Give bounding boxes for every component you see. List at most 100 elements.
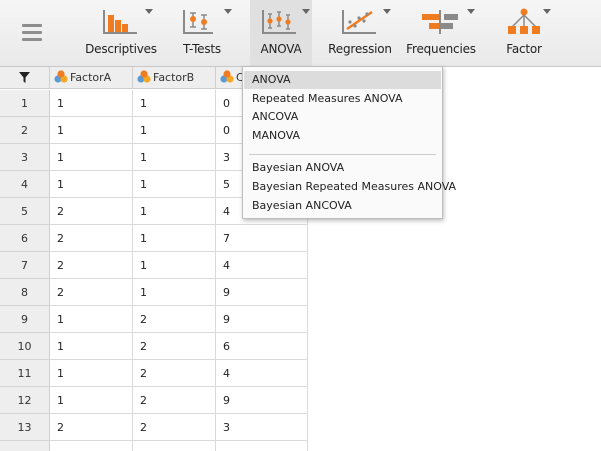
t-test-icon	[183, 10, 213, 34]
table-row: 10 1 2 6	[0, 333, 308, 360]
row-number[interactable]: 11	[0, 360, 50, 387]
cell-factora[interactable]: 1	[50, 117, 133, 144]
anova-label: ANOVA	[260, 42, 302, 56]
cell-factorb[interactable]: 1	[133, 90, 216, 117]
filter-toggle[interactable]	[0, 67, 50, 89]
menu-separator	[249, 154, 436, 155]
cell-factorb[interactable]	[133, 441, 216, 451]
row-number[interactable]: 13	[0, 414, 50, 441]
row-number[interactable]: 7	[0, 252, 50, 279]
row-number[interactable]: 4	[0, 171, 50, 198]
menu-item-bayesian-ancova[interactable]: Bayesian ANCOVA	[244, 197, 441, 215]
table-row: 8 2 1 9	[0, 279, 308, 306]
column-header-factora[interactable]: FactorA	[50, 67, 133, 89]
cell-c[interactable]: 4	[216, 252, 308, 279]
cell-factorb[interactable]: 2	[133, 360, 216, 387]
t-tests-button[interactable]: T-Tests	[170, 0, 234, 66]
row-number[interactable]: 5	[0, 198, 50, 225]
descriptives-button[interactable]: Descriptives	[84, 0, 158, 66]
row-number[interactable]: 6	[0, 225, 50, 252]
bar-chart-icon	[103, 10, 137, 34]
cell-factora[interactable]: 2	[50, 198, 133, 225]
factor-label: Factor	[506, 42, 542, 56]
cell-factorb[interactable]: 2	[133, 414, 216, 441]
cell-c[interactable]	[216, 441, 308, 451]
hamburger-menu-icon[interactable]	[18, 19, 46, 45]
cell-factora[interactable]: 1	[50, 144, 133, 171]
factor-button[interactable]: Factor	[495, 0, 553, 66]
cell-c[interactable]: 6	[216, 333, 308, 360]
cell-factora[interactable]: 2	[50, 225, 133, 252]
row-number[interactable]: 2	[0, 117, 50, 144]
table-row	[0, 441, 308, 451]
frequencies-button[interactable]: Frequencies	[405, 0, 477, 66]
cell-factora[interactable]: 1	[50, 306, 133, 333]
table-row: 9 1 2 9	[0, 306, 308, 333]
cell-factora[interactable]: 2	[50, 414, 133, 441]
cell-factorb[interactable]: 2	[133, 306, 216, 333]
row-number[interactable]: 12	[0, 387, 50, 414]
cell-factora[interactable]: 1	[50, 90, 133, 117]
cell-factorb[interactable]: 2	[133, 333, 216, 360]
cell-factora[interactable]: 1	[50, 333, 133, 360]
nominal-variable-icon	[220, 70, 234, 83]
row-number[interactable]: 9	[0, 306, 50, 333]
row-number[interactable]: 10	[0, 333, 50, 360]
cell-factora[interactable]: 1	[50, 171, 133, 198]
table-row: 13 2 2 3	[0, 414, 308, 441]
menu-item-bayesian-anova[interactable]: Bayesian ANOVA	[244, 159, 441, 177]
cell-c[interactable]: 9	[216, 279, 308, 306]
anova-button[interactable]: ANOVA	[250, 0, 312, 66]
factor-icon	[508, 8, 540, 34]
nominal-variable-icon	[54, 70, 68, 83]
cell-factora[interactable]: 2	[50, 279, 133, 306]
cell-c[interactable]: 7	[216, 225, 308, 252]
row-number[interactable]	[0, 441, 50, 451]
cell-factora[interactable]: 1	[50, 360, 133, 387]
cell-factora[interactable]: 1	[50, 387, 133, 414]
cell-factorb[interactable]: 1	[133, 144, 216, 171]
cell-factorb[interactable]: 1	[133, 225, 216, 252]
cell-c[interactable]: 4	[216, 360, 308, 387]
column-header-factorb[interactable]: FactorB	[133, 67, 216, 89]
row-number[interactable]: 3	[0, 144, 50, 171]
cell-factorb[interactable]: 2	[133, 387, 216, 414]
cell-c[interactable]: 9	[216, 306, 308, 333]
ribbon-toolbar: Descriptives T-Tests ANOVA Regression Fr…	[0, 0, 601, 67]
menu-item-manova[interactable]: MANOVA	[244, 127, 441, 145]
row-number[interactable]: 8	[0, 279, 50, 306]
regression-icon	[342, 10, 376, 34]
factor-dropdown-icon	[543, 9, 551, 14]
regression-dropdown-icon	[383, 9, 391, 14]
row-number[interactable]: 1	[0, 90, 50, 117]
menu-item-repeated-measures-anova[interactable]: Repeated Measures ANOVA	[244, 90, 441, 108]
frequencies-dropdown-icon	[467, 9, 475, 14]
nominal-variable-icon	[137, 70, 151, 83]
cell-factorb[interactable]: 1	[133, 171, 216, 198]
cell-factorb[interactable]: 1	[133, 252, 216, 279]
anova-dropdown-icon	[302, 9, 310, 14]
table-row: 11 1 2 4	[0, 360, 308, 387]
cell-factorb[interactable]: 1	[133, 117, 216, 144]
table-row: 7 2 1 4	[0, 252, 308, 279]
column-header-label: FactorA	[70, 71, 112, 84]
menu-item-ancova[interactable]: ANCOVA	[244, 108, 441, 126]
regression-button[interactable]: Regression	[326, 0, 394, 66]
cell-factora[interactable]: 2	[50, 252, 133, 279]
cell-factorb[interactable]: 1	[133, 279, 216, 306]
t-tests-label: T-Tests	[183, 42, 221, 56]
frequencies-label: Frequencies	[406, 42, 476, 56]
regression-label: Regression	[328, 42, 392, 56]
descriptives-label: Descriptives	[85, 42, 157, 56]
column-header-label: FactorB	[153, 71, 195, 84]
menu-item-bayesian-repeated-measures-anova[interactable]: Bayesian Repeated Measures ANOVA	[244, 178, 456, 196]
t-tests-dropdown-icon	[224, 9, 232, 14]
anova-dropdown-menu: ANOVA Repeated Measures ANOVA ANCOVA MAN…	[242, 66, 456, 219]
table-row: 6 2 1 7	[0, 225, 308, 252]
cell-factora[interactable]	[50, 441, 133, 451]
menu-item-anova[interactable]: ANOVA	[244, 71, 441, 89]
table-row: 12 1 2 9	[0, 387, 308, 414]
cell-c[interactable]: 3	[216, 414, 308, 441]
cell-c[interactable]: 9	[216, 387, 308, 414]
cell-factorb[interactable]: 1	[133, 198, 216, 225]
